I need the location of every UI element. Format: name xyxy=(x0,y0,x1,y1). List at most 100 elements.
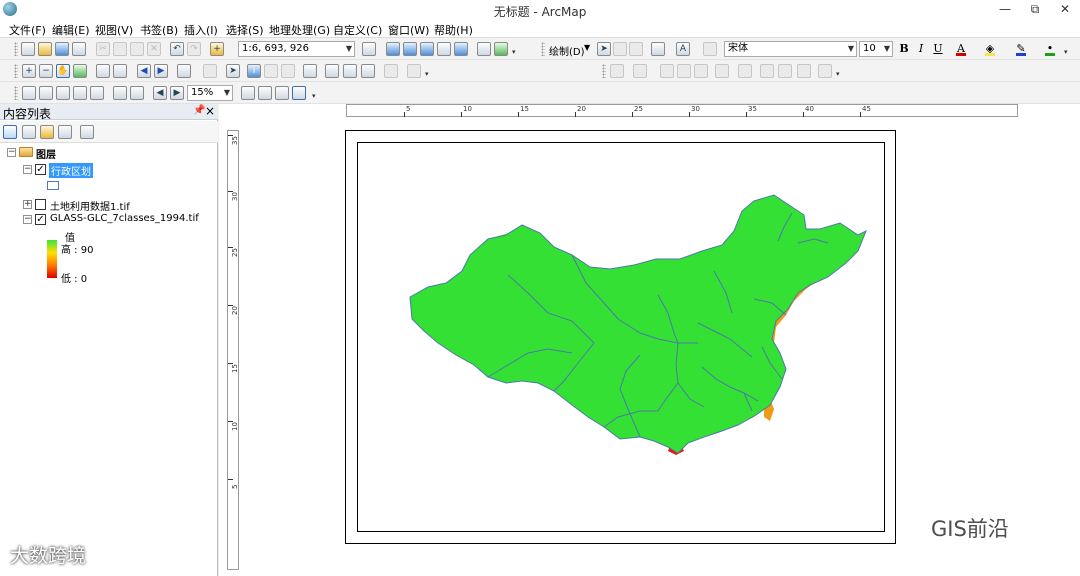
table-of-contents-icon[interactable] xyxy=(386,42,400,56)
forward-extent-icon[interactable]: ▶ xyxy=(154,64,168,78)
toolbar-overflow-icon[interactable]: ▾ xyxy=(425,70,431,80)
zoom-percent-combo[interactable]: 15% ▼ xyxy=(187,85,233,101)
close-icon[interactable]: × xyxy=(205,104,215,118)
editor-toolbar-icon[interactable] xyxy=(362,42,376,56)
delete-icon[interactable]: ✕ xyxy=(147,42,161,56)
redo-icon[interactable]: ↷ xyxy=(187,42,201,56)
hyperlink-icon[interactable] xyxy=(264,64,278,78)
paste-icon[interactable] xyxy=(130,42,144,56)
georef-rectify-icon[interactable] xyxy=(778,64,792,78)
menu-selection[interactable]: 选择(S) xyxy=(226,22,264,38)
polygon-symbol[interactable] xyxy=(47,181,59,190)
italic-button[interactable]: I xyxy=(914,41,928,57)
collapse-layer-expander[interactable]: − xyxy=(23,215,32,224)
georef-shift-icon[interactable] xyxy=(660,64,674,78)
python-window-icon[interactable] xyxy=(454,42,468,56)
underline-button[interactable]: U xyxy=(931,41,945,57)
menu-view[interactable]: 视图(V) xyxy=(95,22,133,38)
rotate-icon[interactable] xyxy=(613,42,627,56)
menu-insert[interactable]: 插入(I) xyxy=(184,22,218,38)
zoom-to-selected-icon[interactable] xyxy=(629,42,643,56)
layers-root-label[interactable]: 图层 xyxy=(36,146,56,161)
identify-icon[interactable]: i xyxy=(247,64,261,78)
georef-rotate-icon[interactable] xyxy=(633,64,647,78)
layer-name-land-use[interactable]: 土地利用数据1.tif xyxy=(50,198,130,213)
change-layout-icon[interactable] xyxy=(275,86,289,100)
focus-data-frame-icon[interactable] xyxy=(258,86,272,100)
layout-zoom-out-icon[interactable] xyxy=(39,86,53,100)
marker-color-button[interactable]: • xyxy=(1043,41,1057,57)
new-document-icon[interactable] xyxy=(21,42,35,56)
catalog-icon[interactable] xyxy=(403,42,417,56)
menu-customize[interactable]: 自定义(C) xyxy=(333,22,382,38)
layout-forward-extent-icon[interactable]: ▶ xyxy=(170,86,184,100)
toolbar-overflow-icon[interactable]: ▾ xyxy=(1064,48,1070,58)
zoom-whole-page-icon[interactable] xyxy=(73,86,87,100)
georef-options-icon[interactable] xyxy=(818,64,832,78)
find-route-icon[interactable] xyxy=(343,64,357,78)
map-scale-combo[interactable]: 1:6, 693, 926 ▼ xyxy=(238,41,355,57)
toc-options-icon[interactable] xyxy=(80,125,94,139)
select-elements-icon[interactable]: ➤ xyxy=(597,42,611,56)
georef-update-icon[interactable] xyxy=(797,64,811,78)
line-color-button[interactable]: ✎ xyxy=(1014,41,1028,57)
china-land-cover-map[interactable] xyxy=(358,143,886,533)
data-driven-pages-icon[interactable] xyxy=(292,86,306,100)
georef-scale-icon[interactable] xyxy=(677,64,691,78)
menu-edit[interactable]: 编辑(E) xyxy=(52,22,90,38)
expand-layer-expander[interactable]: + xyxy=(23,200,32,209)
font-color-button[interactable]: A xyxy=(954,41,968,57)
arctoolbox-icon[interactable] xyxy=(437,42,451,56)
modelbuilder-icon[interactable] xyxy=(477,42,491,56)
time-slider-icon[interactable] xyxy=(384,64,398,78)
list-by-source-icon[interactable] xyxy=(22,125,36,139)
restore-button[interactable]: ⧉ xyxy=(1020,0,1050,20)
font-name-combo[interactable]: 宋体 ▼ xyxy=(724,41,857,57)
menu-bookmarks[interactable]: 书签(B) xyxy=(140,22,178,38)
minimize-button[interactable]: — xyxy=(990,0,1020,20)
fixed-zoom-out-icon[interactable] xyxy=(113,64,127,78)
list-by-visibility-icon[interactable] xyxy=(40,125,54,139)
zoom-in-icon[interactable]: + xyxy=(22,64,36,78)
layer-visibility-checkbox[interactable]: ✓ xyxy=(35,164,46,175)
georef-fit-icon[interactable] xyxy=(760,64,774,78)
fixed-zoom-in-icon[interactable] xyxy=(96,64,110,78)
cut-icon[interactable]: ✂ xyxy=(96,42,110,56)
go-to-xy-icon[interactable] xyxy=(361,64,375,78)
toolbar-overflow-icon[interactable]: ▾ xyxy=(512,48,518,58)
print-icon[interactable] xyxy=(72,42,86,56)
back-extent-icon[interactable]: ◀ xyxy=(137,64,151,78)
toolbar-grip[interactable] xyxy=(14,42,18,56)
select-elements-arrow-icon[interactable]: ➤ xyxy=(226,64,240,78)
fill-color-button[interactable]: ◈ xyxy=(983,41,997,57)
menu-windows[interactable]: 窗口(W) xyxy=(388,22,429,38)
toolbar-overflow-icon[interactable]: ▾ xyxy=(312,92,318,102)
undo-icon[interactable]: ↶ xyxy=(170,42,184,56)
copy-icon[interactable] xyxy=(113,42,127,56)
georef-table-icon[interactable] xyxy=(738,64,752,78)
fixed-zoom-out-layout-icon[interactable] xyxy=(130,86,144,100)
font-size-combo[interactable]: 10 ▼ xyxy=(859,41,893,57)
layout-pan-icon[interactable] xyxy=(56,86,70,100)
pan-hand-icon[interactable]: ✋ xyxy=(56,64,70,78)
menu-geoprocessing[interactable]: 地理处理(G) xyxy=(269,22,330,38)
georef-flip-icon[interactable] xyxy=(694,64,708,78)
zoom-out-icon[interactable]: − xyxy=(39,64,53,78)
bold-button[interactable]: B xyxy=(897,41,911,57)
save-icon[interactable] xyxy=(55,42,69,56)
list-by-selection-icon[interactable] xyxy=(58,125,72,139)
clear-selection-icon[interactable] xyxy=(203,64,217,78)
toolbar-grip[interactable] xyxy=(14,86,18,100)
search-window-icon[interactable] xyxy=(420,42,434,56)
full-extent-icon[interactable] xyxy=(73,64,87,78)
color-ramp-legend[interactable] xyxy=(47,240,57,278)
toolbar-grip[interactable] xyxy=(602,64,606,78)
toolbar-grip[interactable] xyxy=(541,42,545,56)
layer-name-glass-glc[interactable]: GLASS-GLC_7classes_1994.tif xyxy=(50,213,199,224)
text-tool-icon[interactable]: A xyxy=(676,42,690,56)
georef-layer-icon[interactable] xyxy=(610,64,624,78)
layout-back-extent-icon[interactable]: ◀ xyxy=(153,86,167,100)
whats-this-icon[interactable] xyxy=(494,42,508,56)
create-viewer-window-icon[interactable] xyxy=(407,64,421,78)
rectangle-icon[interactable] xyxy=(651,42,665,56)
